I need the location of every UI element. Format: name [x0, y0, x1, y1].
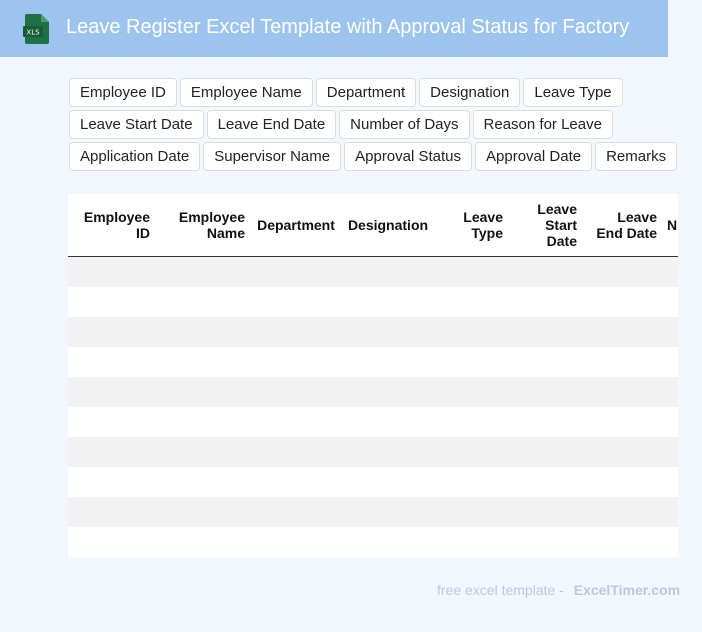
field-chip-remarks[interactable]: Remarks [595, 142, 678, 171]
table-row[interactable] [68, 317, 678, 347]
column-header-leave-start-date: Leave Start Date [509, 194, 583, 257]
column-header-designation: Designation [343, 194, 435, 257]
title-banner: XLS Leave Register Excel Template with A… [0, 0, 668, 57]
excel-file-icon: XLS [23, 14, 49, 44]
field-list: Employee ID Employee Name Department Des… [69, 78, 689, 174]
table-row[interactable] [68, 527, 678, 557]
column-header-leave-type: Leave Type [435, 194, 509, 257]
table-row[interactable] [68, 437, 678, 467]
field-chip-designation[interactable]: Designation [419, 78, 521, 107]
footer-credit: free excel template - ExcelTimer.com [437, 582, 680, 598]
table-row[interactable] [68, 467, 678, 497]
field-row: Leave Start Date Leave End Date Number o… [69, 110, 689, 139]
column-header-leave-end-date: Leave End Date [583, 194, 663, 257]
leave-register-table: Employee ID Employee Name Department Des… [68, 194, 678, 557]
field-chip-leave-end-date[interactable]: Leave End Date [206, 110, 337, 139]
icon-label: XLS [26, 29, 40, 37]
table-row[interactable] [68, 497, 678, 527]
column-header-department: Department [251, 194, 343, 257]
page: XLS Leave Register Excel Template with A… [0, 0, 702, 632]
field-chip-leave-start-date[interactable]: Leave Start Date [69, 110, 204, 139]
field-chip-supervisor-name[interactable]: Supervisor Name [203, 142, 342, 171]
column-header-employee-id: Employee ID [68, 194, 156, 257]
footer-text: free excel template - [437, 582, 564, 598]
table-row[interactable] [68, 407, 678, 437]
table-row[interactable] [68, 256, 678, 287]
field-chip-approval-date[interactable]: Approval Date [475, 142, 593, 171]
field-chip-employee-id[interactable]: Employee ID [69, 78, 177, 107]
field-chip-application-date[interactable]: Application Date [69, 142, 201, 171]
field-row: Application Date Supervisor Name Approva… [69, 142, 689, 171]
field-chip-reason-for-leave[interactable]: Reason for Leave [472, 110, 613, 139]
field-chip-employee-name[interactable]: Employee Name [179, 78, 313, 107]
table-body [68, 256, 678, 557]
page-title: Leave Register Excel Template with Appro… [66, 16, 630, 38]
column-header-number-of-days: N [663, 194, 678, 257]
field-chip-leave-type[interactable]: Leave Type [523, 78, 623, 107]
footer-brand-link[interactable]: ExcelTimer.com [574, 582, 680, 598]
table-row[interactable] [68, 377, 678, 407]
table-header-row: Employee ID Employee Name Department Des… [68, 194, 678, 257]
field-row: Employee ID Employee Name Department Des… [69, 78, 689, 107]
field-chip-number-of-days[interactable]: Number of Days [339, 110, 470, 139]
field-chip-approval-status[interactable]: Approval Status [344, 142, 473, 171]
table-row[interactable] [68, 347, 678, 377]
field-chip-department[interactable]: Department [315, 78, 417, 107]
table-row[interactable] [68, 287, 678, 317]
column-header-employee-name: Employee Name [156, 194, 251, 257]
